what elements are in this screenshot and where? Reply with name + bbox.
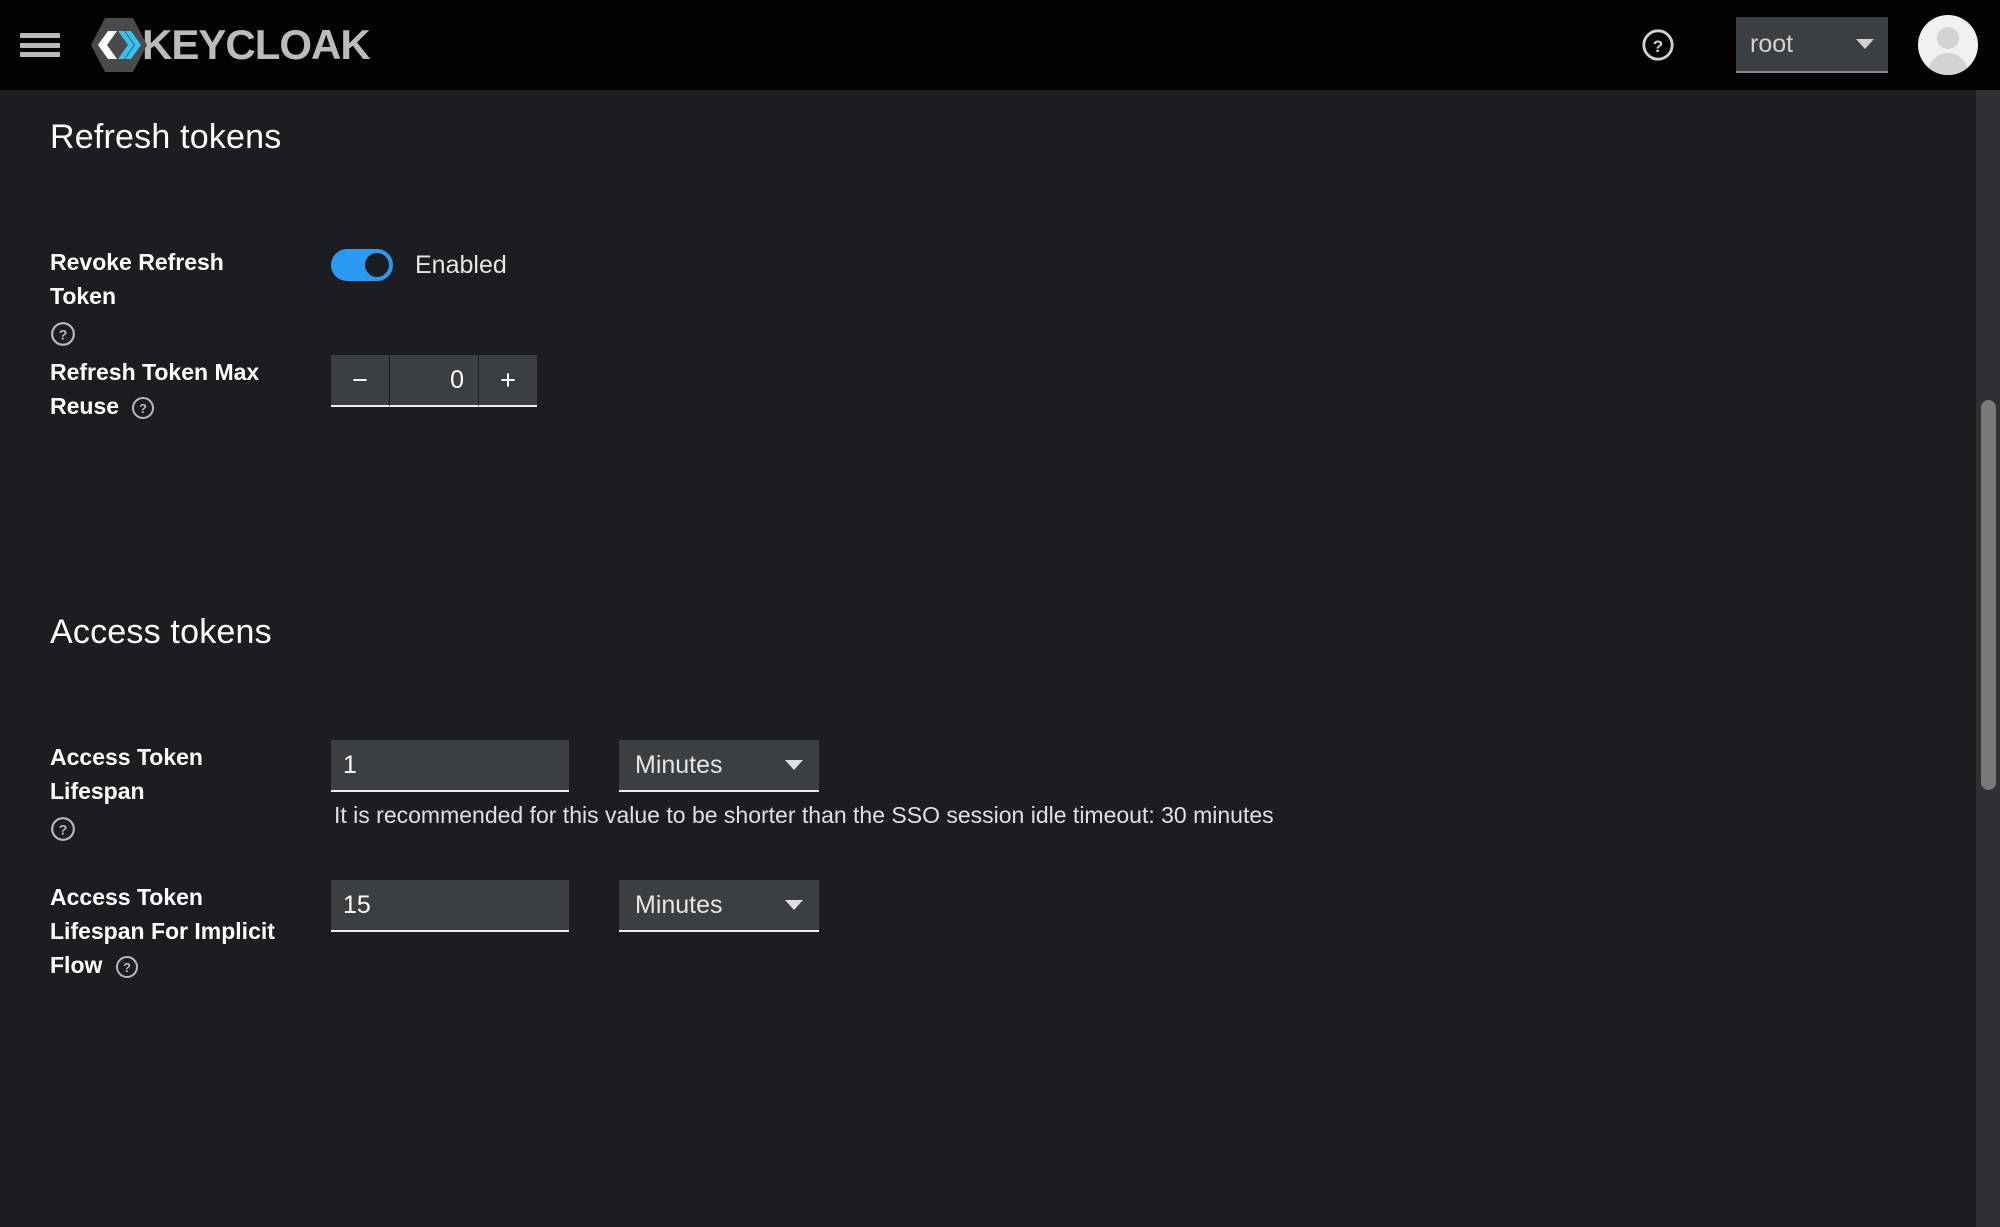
unit-select-value: Minutes [635, 750, 723, 779]
refresh-token-max-reuse-input[interactable] [389, 355, 479, 407]
revoke-refresh-token-control: Enabled [331, 249, 507, 281]
access-token-lifespan-implicit-unit-select[interactable]: Minutes [619, 880, 819, 932]
hamburger-bar [20, 42, 60, 48]
svg-text:?: ? [1653, 37, 1663, 56]
field-label-text: Access Token Lifespan For Implicit Flow [50, 884, 275, 979]
stepper-minus-button[interactable]: − [331, 355, 389, 407]
caret-down-icon [785, 760, 803, 770]
section-title-access-tokens: Access tokens [50, 613, 272, 651]
brand-text: KEYCLOAK [142, 21, 371, 68]
field-row-access-token-lifespan: Access Token Lifespan ? Minutes [50, 740, 819, 851]
field-label-access-token-lifespan: Access Token Lifespan ? [50, 740, 285, 851]
refresh-token-max-reuse-stepper: − + [331, 355, 537, 407]
help-icon[interactable]: ? [131, 396, 155, 420]
field-label-text: Access Token Lifespan [50, 744, 203, 805]
section-title-refresh-tokens: Refresh tokens [50, 118, 282, 156]
realm-selector-value: root [1750, 29, 1794, 58]
svg-text:?: ? [59, 326, 68, 342]
avatar-head [1937, 27, 1959, 49]
realm-selector[interactable]: root [1736, 17, 1888, 73]
masthead: KEYCLOAK ? root [0, 0, 2000, 90]
hamburger-bar [20, 52, 60, 57]
revoke-refresh-token-toggle[interactable] [331, 249, 393, 281]
avatar-body [1928, 53, 1968, 75]
hamburger-bar [20, 33, 60, 38]
access-token-lifespan-implicit-input[interactable] [331, 880, 569, 932]
svg-text:?: ? [123, 960, 131, 975]
field-row-access-token-lifespan-implicit: Access Token Lifespan For Implicit Flow … [50, 880, 819, 982]
help-icon[interactable]: ? [50, 816, 76, 851]
unit-select-value: Minutes [635, 890, 723, 919]
svg-text:?: ? [59, 821, 68, 837]
masthead-toolbar: ? root [1630, 15, 2000, 75]
field-label-refresh-token-max-reuse: Refresh Token Max Reuse ? [50, 355, 285, 423]
caret-down-icon [785, 900, 803, 910]
field-label-access-token-lifespan-implicit: Access Token Lifespan For Implicit Flow … [50, 880, 285, 982]
brand-logo-link[interactable]: KEYCLOAK [88, 14, 371, 76]
field-row-refresh-token-max-reuse: Refresh Token Max Reuse ? − + [50, 355, 537, 423]
toggle-knob [365, 253, 389, 277]
access-token-lifespan-unit-select[interactable]: Minutes [619, 740, 819, 792]
access-token-lifespan-helper-text: It is recommended for this value to be s… [334, 802, 1274, 828]
field-row-revoke-refresh-token: Revoke Refresh Token ? Enabled [50, 245, 507, 356]
settings-content-panel: Refresh tokens Revoke Refresh Token ? En… [0, 90, 1977, 1227]
help-icon[interactable]: ? [115, 955, 139, 979]
field-label-revoke-refresh-token: Revoke Refresh Token ? [50, 245, 285, 356]
vertical-scrollbar-track[interactable] [1977, 90, 2000, 1227]
keycloak-logo-icon [88, 14, 150, 76]
help-icon[interactable]: ? [1630, 17, 1686, 73]
vertical-scrollbar-thumb[interactable] [1981, 400, 1996, 790]
help-icon[interactable]: ? [50, 321, 76, 356]
field-label-text: Revoke Refresh Token [50, 249, 224, 310]
revoke-refresh-token-state-label: Enabled [415, 251, 507, 279]
svg-text:?: ? [139, 401, 147, 416]
stepper-plus-button[interactable]: + [479, 355, 537, 407]
caret-down-icon [1856, 39, 1874, 49]
access-token-lifespan-input[interactable] [331, 740, 569, 792]
hamburger-icon[interactable] [20, 30, 60, 60]
user-avatar-icon[interactable] [1918, 15, 1978, 75]
